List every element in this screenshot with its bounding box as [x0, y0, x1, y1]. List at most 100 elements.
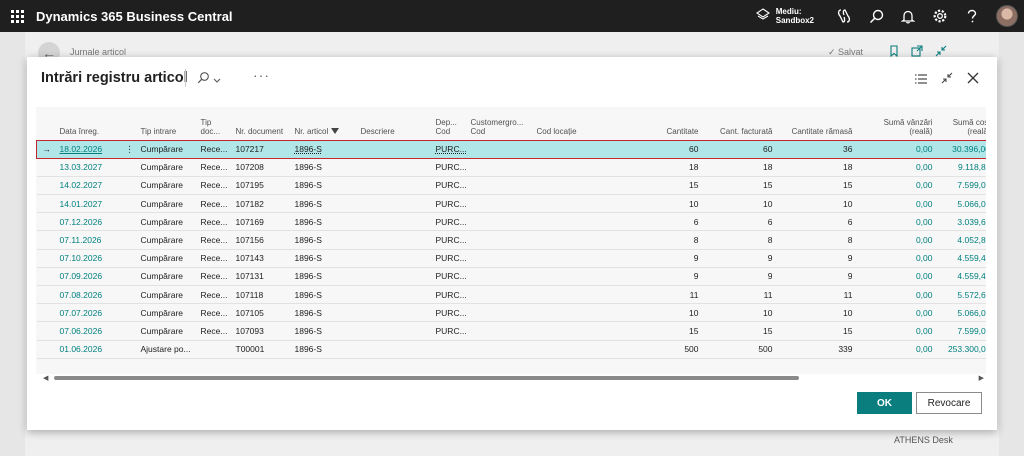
cell-dep: PURC...	[432, 303, 468, 323]
row-actions-spacer	[121, 158, 138, 177]
scrollbar-thumb[interactable]	[54, 376, 799, 380]
cell-date[interactable]: 01.06.2026	[56, 340, 122, 359]
cell-desc	[357, 267, 433, 287]
table-row[interactable]: 14.01.2027 Cumpărare Rece... 107182 1896-S PU…	[36, 194, 986, 214]
table-row[interactable]: → 18.02.2026 ⋮ Cumpărare Rece... 107217 1896-S…	[36, 139, 986, 159]
cell-doc-no: T00001	[232, 340, 292, 359]
table-row[interactable]: 07.10.2026 Cumpărare Rece... 107143 1896-S PU…	[36, 249, 986, 268]
cancel-button[interactable]: Revocare	[916, 392, 982, 414]
cell-date[interactable]: 07.08.2026	[56, 285, 122, 305]
collapse-icon[interactable]	[941, 71, 953, 89]
column-header-type[interactable]: Tip intrare	[138, 107, 198, 140]
ok-button[interactable]: OK	[857, 392, 912, 414]
table-row[interactable]: 13.03.2027 Cumpărare Rece... 107208 1896-S PU…	[36, 158, 986, 177]
column-header-date[interactable]: Data înreg.	[57, 107, 122, 140]
more-options-button[interactable]: ···	[253, 67, 270, 83]
close-icon[interactable]	[967, 71, 979, 89]
cell-item-no: 1896-S	[291, 158, 358, 177]
cell-custgroup	[467, 285, 534, 305]
app-launcher-icon[interactable]	[2, 0, 32, 32]
cell-date[interactable]: 18.02.2026	[56, 139, 122, 159]
cell-date[interactable]: 07.06.2026	[56, 321, 122, 341]
column-header-description[interactable]: Descriere	[358, 107, 433, 140]
grid-body: → 18.02.2026 ⋮ Cumpărare Rece... 107217 1896-S…	[36, 139, 986, 359]
cell-cost: 5.572,60	[935, 285, 986, 305]
column-header-sales-amount[interactable]: Sumă vânzări (reală)	[856, 107, 936, 140]
cell-sales: 0,00	[855, 340, 936, 359]
cell-doc-type: Rece...	[197, 139, 233, 159]
cell-item-no: 1896-S	[291, 249, 358, 268]
row-marker	[36, 194, 57, 214]
cell-desc	[357, 212, 433, 232]
cell-desc	[357, 340, 433, 359]
column-header-invoiced-qty[interactable]: Cant. facturată	[702, 107, 776, 140]
table-row[interactable]: 07.07.2026 Cumpărare Rece... 107105 1896-S PU…	[36, 303, 986, 323]
search-icon	[197, 71, 210, 89]
cell-doc-type: Rece...	[197, 176, 233, 196]
cell-date[interactable]: 07.12.2026	[56, 212, 122, 232]
column-header-quantity[interactable]: Cantitate	[630, 107, 702, 140]
copilot-icon[interactable]	[828, 0, 860, 32]
cell-remqty: 15	[775, 321, 856, 341]
cell-desc	[357, 176, 433, 196]
table-row[interactable]: 14.02.2027 Cumpărare Rece... 107195 1896-S PU…	[36, 176, 986, 196]
cell-qty: 10	[629, 194, 702, 214]
column-header-cost-amount[interactable]: Sumă cost (reală)	[936, 107, 986, 140]
help-icon[interactable]	[956, 0, 988, 32]
column-header-item-no[interactable]: Nr. articol	[292, 107, 358, 140]
table-row[interactable]: 07.06.2026 Cumpărare Rece... 107093 1896-S PU…	[36, 321, 986, 341]
column-header-doc-type[interactable]: Tip doc...	[198, 107, 233, 140]
search-icon[interactable]	[860, 0, 892, 32]
scrollbar-track[interactable]	[54, 376, 974, 380]
column-header-remaining-qty[interactable]: Cantitate rămasă	[776, 107, 856, 140]
title-separator	[185, 69, 186, 87]
cell-type: Cumpărare	[137, 285, 198, 305]
row-actions-icon[interactable]: ⋮	[121, 139, 138, 159]
column-header-customer-group[interactable]: Customergro... Cod	[468, 107, 534, 140]
table-row[interactable]: 01.06.2026 Ajustare po... T00001 1896-S 500 5…	[36, 340, 986, 359]
row-marker	[36, 340, 57, 359]
cell-doc-type: Rece...	[197, 249, 233, 268]
row-marker	[36, 321, 57, 341]
row-marker	[36, 158, 57, 177]
user-avatar[interactable]	[996, 5, 1018, 27]
cell-cost: 4.559,40	[935, 267, 986, 287]
scroll-right-arrow-icon[interactable]: ▶	[979, 374, 984, 382]
gear-icon[interactable]	[924, 0, 956, 32]
cell-date[interactable]: 14.02.2027	[56, 176, 122, 196]
cell-date[interactable]: 07.09.2026	[56, 267, 122, 287]
column-header-dep-code[interactable]: Dep... Cod	[433, 107, 468, 140]
cell-date[interactable]: 07.11.2026	[56, 230, 122, 250]
current-row-arrow-icon: →	[36, 139, 57, 159]
scroll-left-arrow-icon[interactable]: ◀	[43, 374, 48, 382]
environment-indicator[interactable]: Mediu: Sandbox2	[755, 7, 814, 25]
cell-loc	[533, 230, 630, 250]
table-row[interactable]: 07.08.2026 Cumpărare Rece... 107118 1896-S PU…	[36, 285, 986, 305]
environment-label: Mediu:	[775, 7, 802, 16]
cell-custgroup	[467, 139, 534, 159]
cell-loc	[533, 139, 630, 159]
table-row[interactable]: 07.09.2026 Cumpărare Rece... 107131 1896-S PU…	[36, 267, 986, 287]
horizontal-scrollbar[interactable]: ◀ ▶	[40, 373, 986, 383]
cell-doc-type	[197, 340, 233, 359]
list-view-icon[interactable]	[915, 71, 927, 89]
app-top-bar: Dynamics 365 Business Central Mediu: San…	[0, 0, 1024, 32]
table-row[interactable]: 07.11.2026 Cumpărare Rece... 107156 1896-S PU…	[36, 230, 986, 250]
cell-doc-no: 107093	[232, 321, 292, 341]
cell-date[interactable]: 07.10.2026	[56, 249, 122, 268]
cell-custgroup	[467, 194, 534, 214]
cell-sales: 0,00	[855, 194, 936, 214]
cell-loc	[533, 176, 630, 196]
bell-icon[interactable]	[892, 0, 924, 32]
search-button[interactable]	[197, 71, 221, 89]
cell-date[interactable]: 14.01.2027	[56, 194, 122, 214]
cell-sales: 0,00	[855, 212, 936, 232]
column-header-doc-no[interactable]: Nr. document	[233, 107, 292, 140]
cell-dep: PURC...	[432, 194, 468, 214]
cell-cost: 30.396,00	[935, 139, 986, 159]
cell-date[interactable]: 07.07.2026	[56, 303, 122, 323]
cell-date[interactable]: 13.03.2027	[56, 158, 122, 177]
cell-doc-no: 107131	[232, 267, 292, 287]
table-row[interactable]: 07.12.2026 Cumpărare Rece... 107169 1896-S PU…	[36, 212, 986, 232]
column-header-location[interactable]: Cod locație	[534, 107, 630, 140]
